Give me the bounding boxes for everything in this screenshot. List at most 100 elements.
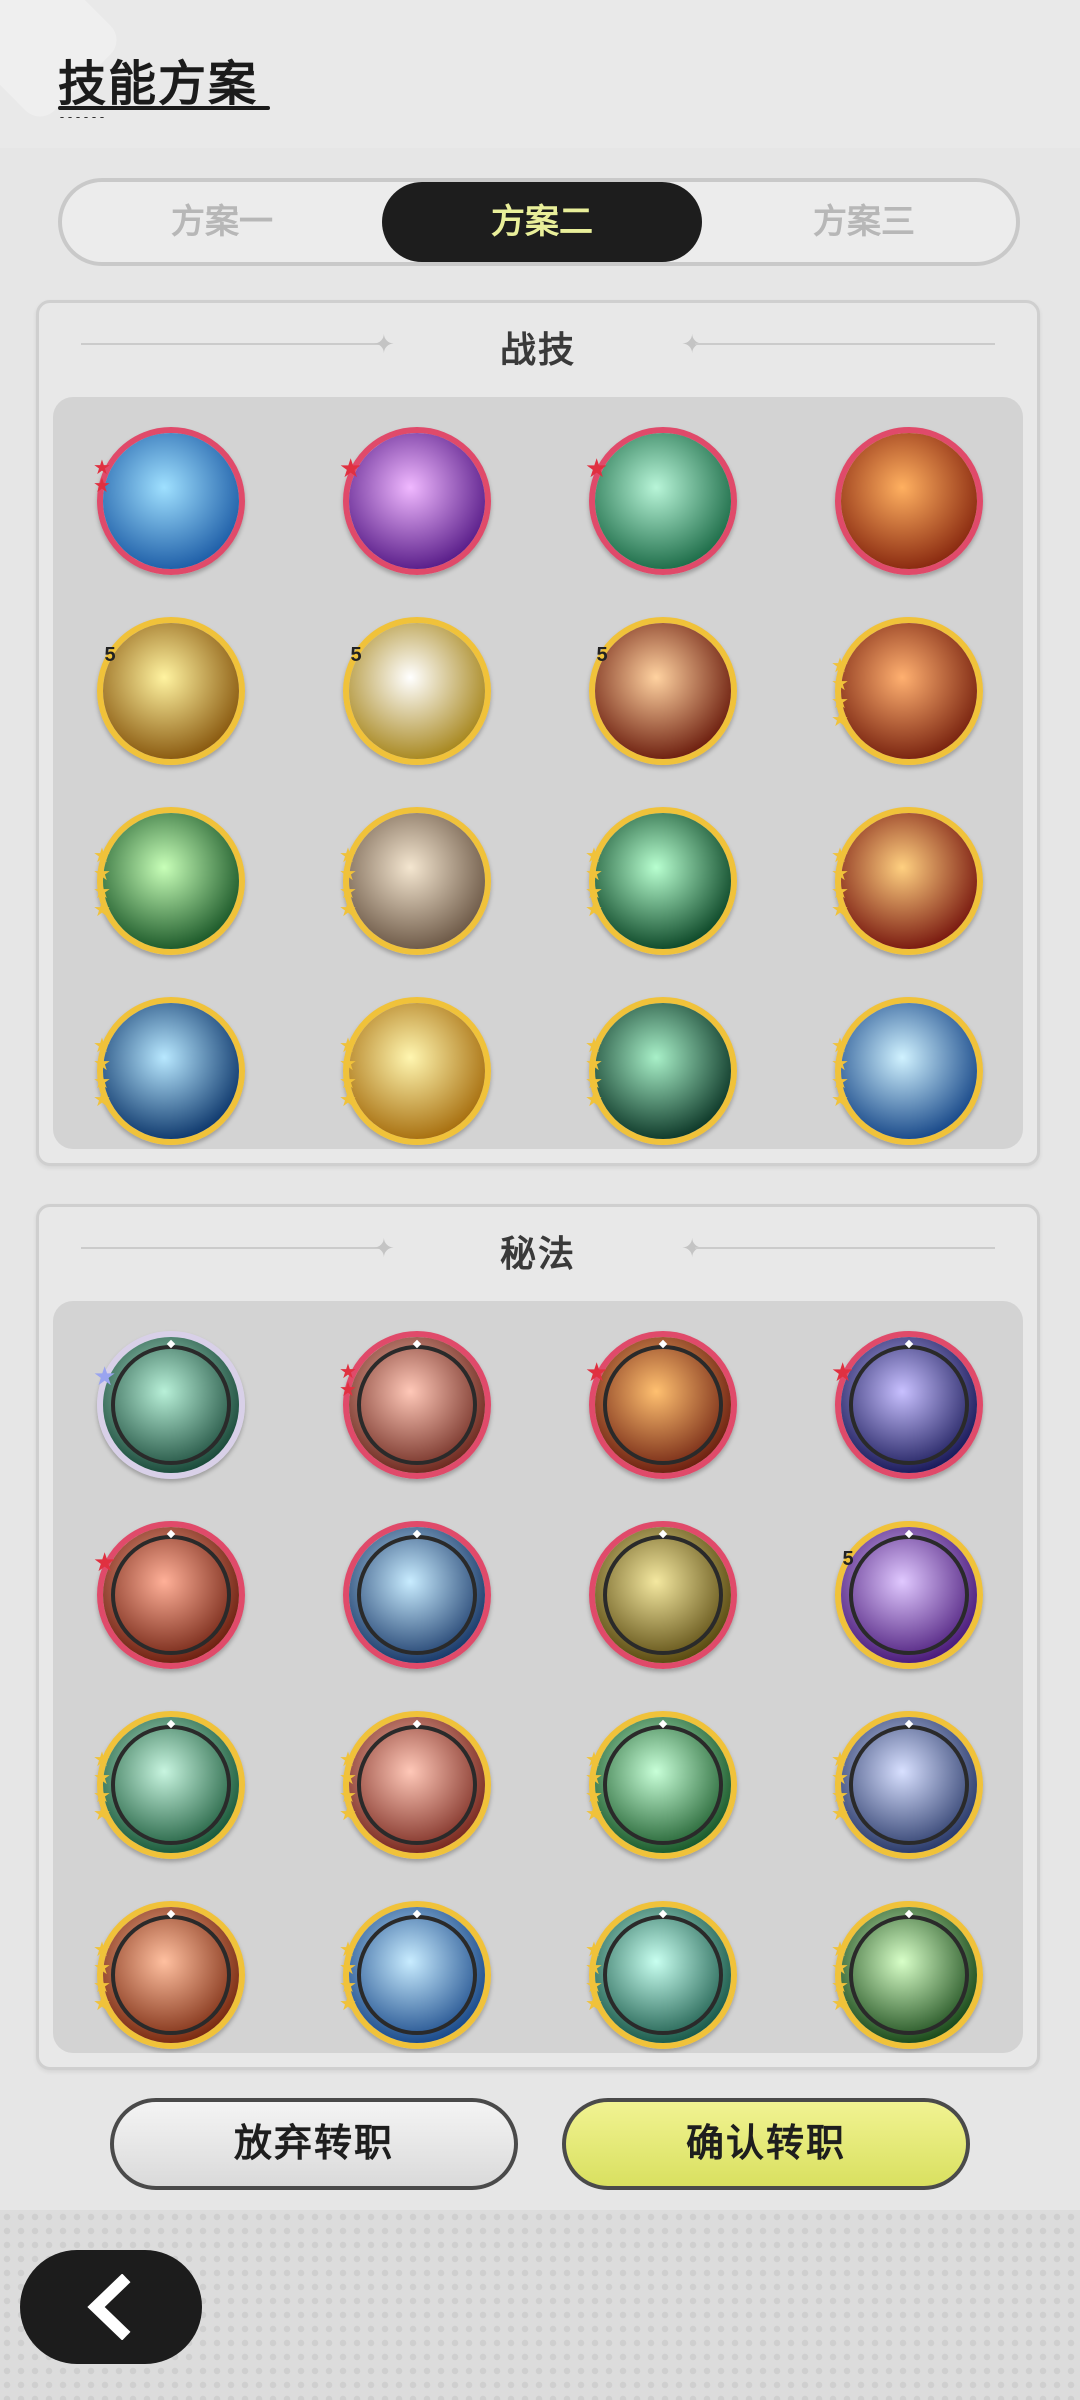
section-title: 战技	[499, 329, 576, 370]
title-underline	[58, 106, 270, 110]
light-orb-skill-icon[interactable]: 5	[339, 617, 491, 765]
tab-plan-2[interactable]: 方案二	[382, 182, 702, 262]
level-5-badge: 5	[339, 631, 375, 671]
armor-secret-icon[interactable]: ★★★★	[831, 1711, 983, 1859]
skill-ring	[111, 1535, 231, 1655]
skill-ring	[357, 1345, 477, 1465]
fire-explosion-skill-icon[interactable]	[835, 427, 983, 575]
ice-crystal-secret-icon[interactable]	[343, 1521, 491, 1669]
blue-flame-skill-icon[interactable]: ★★★★	[93, 997, 245, 1145]
page-title: 技能方案	[58, 58, 259, 111]
secret-arts-panel: ✦ 秘法 ✦ ★★ ★★★★5★★★★★★★★★★★★★★★★★★★★★★★★★…	[36, 1204, 1040, 2070]
star-rating-icon: ★★★★	[585, 845, 603, 921]
green-thorn-secret-icon[interactable]: ★	[93, 1331, 245, 1479]
flame-wave-skill-icon[interactable]: ★★★★	[831, 617, 983, 765]
combat-skill-grid[interactable]: ★ ★ ★ ★ 5 5 5 ★★★★ ★★★★ ★★★★ ★★★★ ★★★★ ★★★★ ★★★★ ★★★★…	[53, 397, 1023, 1149]
confirm-transfer-button[interactable]: 确认转职	[562, 2098, 970, 2190]
section-title: 秘法	[499, 1233, 576, 1274]
back-arrow-icon	[87, 2274, 131, 2340]
skill-art	[841, 433, 977, 569]
tab-plan-3[interactable]: 方案三	[704, 182, 1024, 262]
skill-art	[841, 623, 977, 759]
title-dots	[58, 116, 108, 119]
green-heart-secret-icon[interactable]: ★★★★	[585, 1711, 737, 1859]
skill-art	[103, 433, 239, 569]
purple-lightning-skill-icon[interactable]: ★	[339, 427, 491, 575]
star-rating-icon: ★★★★	[339, 1939, 357, 2015]
level-5-badge: 5	[93, 631, 129, 671]
star-rating-icon: ★★★★	[831, 1035, 849, 1111]
skill-ring	[111, 1915, 231, 2035]
water-wave-skill-icon[interactable]: ★ ★	[93, 427, 245, 575]
combat-skills-panel: ✦ 战技 ✦ ★ ★★★555★★★★★★★★★★★★★★★★★★★★★★★★★…	[36, 300, 1040, 1166]
red-star-icon: ★	[585, 1357, 609, 1387]
level-5-badge: 5	[585, 631, 621, 671]
star-rating-icon: ★★★★	[831, 655, 849, 731]
ice-crystal-skill-icon[interactable]: ★★★★	[831, 997, 983, 1145]
red-swirl-secret-icon[interactable]: ★★★★	[339, 1711, 491, 1859]
clock-portal-secret-icon[interactable]: ★	[831, 1331, 983, 1479]
red-star-icon: ★	[585, 453, 609, 483]
star-rating-icon: ★★★★	[93, 1035, 111, 1111]
skill-ring	[603, 1535, 723, 1655]
secret-skill-grid[interactable]: ★ ★ ★ ★ ★ ★ 5 ★★★★ ★★★★ ★★★★ ★★★★ ★★★★ ★★★★ ★★★★ ★★★★	[53, 1301, 1023, 2053]
thorn-vine-skill-icon[interactable]: ★★★★	[585, 997, 737, 1145]
skill-art	[595, 1003, 731, 1139]
fire-figure-secret-icon[interactable]: ★★★★	[93, 1901, 245, 2049]
skill-art	[595, 433, 731, 569]
plan-tabs: 方案一 方案二 方案三	[58, 178, 1020, 266]
skill-art	[103, 1003, 239, 1139]
fireball-skill-icon[interactable]: ★★★★	[831, 807, 983, 955]
star-rating-icon: ★★★★	[339, 1035, 357, 1111]
star-rating-icon: ★★★★	[339, 1749, 357, 1825]
healing-cross-skill-icon[interactable]: ★★★★	[585, 807, 737, 955]
wind-figure-secret-icon[interactable]: ★★★★	[585, 1901, 737, 2049]
red-star-icon: ★	[339, 453, 363, 483]
skill-ring	[111, 1725, 231, 1845]
red-star-icon: ★	[831, 1357, 855, 1387]
gold-shield-secret-icon[interactable]	[589, 1521, 737, 1669]
skill-ring	[849, 1535, 969, 1655]
skill-art	[349, 433, 485, 569]
skill-ring	[357, 1535, 477, 1655]
skill-ring	[603, 1725, 723, 1845]
green-spike-secret-icon[interactable]: ★★★★	[831, 1901, 983, 2049]
skill-ring	[603, 1345, 723, 1465]
star-rating-icon: ★★★★	[339, 845, 357, 921]
divider	[695, 1247, 995, 1249]
stone-shards-skill-icon[interactable]: ★★★★	[339, 807, 491, 955]
green-whirlwind-skill-icon[interactable]: ★	[585, 427, 737, 575]
skill-art	[841, 1003, 977, 1139]
header: 技能方案	[0, 0, 1080, 148]
panel-header: ✦ 秘法 ✦	[39, 1207, 1037, 1291]
skill-ring	[603, 1915, 723, 2035]
fire-orb-secret-icon[interactable]: ★	[585, 1331, 737, 1479]
golden-burst-skill-icon[interactable]: 5	[93, 617, 245, 765]
star-rating-icon: ★★★★	[93, 845, 111, 921]
green-leaf-skill-icon[interactable]: ★★★★	[93, 807, 245, 955]
light-strike-skill-icon[interactable]: ★★★★	[339, 997, 491, 1145]
water-figure-secret-icon[interactable]: ★★★★	[339, 1901, 491, 2049]
red-star-icon: ★ ★	[93, 457, 111, 497]
star-rating-icon: ★★★★	[585, 1749, 603, 1825]
skill-art	[349, 813, 485, 949]
star-rating-icon: ★★★★	[93, 1749, 111, 1825]
silver-star-icon: ★	[93, 1361, 117, 1391]
tab-plan-1[interactable]: 方案一	[62, 182, 382, 262]
skill-ring	[357, 1725, 477, 1845]
abandon-transfer-button[interactable]: 放弃转职	[110, 2098, 518, 2190]
purple-swirl-secret-icon[interactable]: 5	[831, 1521, 983, 1669]
red-star-icon: ★	[93, 1547, 117, 1577]
skill-ring	[849, 1915, 969, 2035]
green-shield-secret-icon[interactable]: ★★★★	[93, 1711, 245, 1859]
skill-ring	[849, 1725, 969, 1845]
demon-mask-secret-icon[interactable]: ★	[93, 1521, 245, 1669]
star-rating-icon: ★★★★	[831, 1749, 849, 1825]
star-rating-icon: ★★★★	[831, 1939, 849, 2015]
heal-figure-secret-icon[interactable]: ★ ★	[339, 1331, 491, 1479]
star-rating-icon: ★★★★	[93, 1939, 111, 2015]
divider	[695, 343, 995, 345]
star-rating-icon: ★★★★	[831, 845, 849, 921]
back-button[interactable]	[20, 2250, 202, 2364]
meteor-skill-icon[interactable]: 5	[585, 617, 737, 765]
